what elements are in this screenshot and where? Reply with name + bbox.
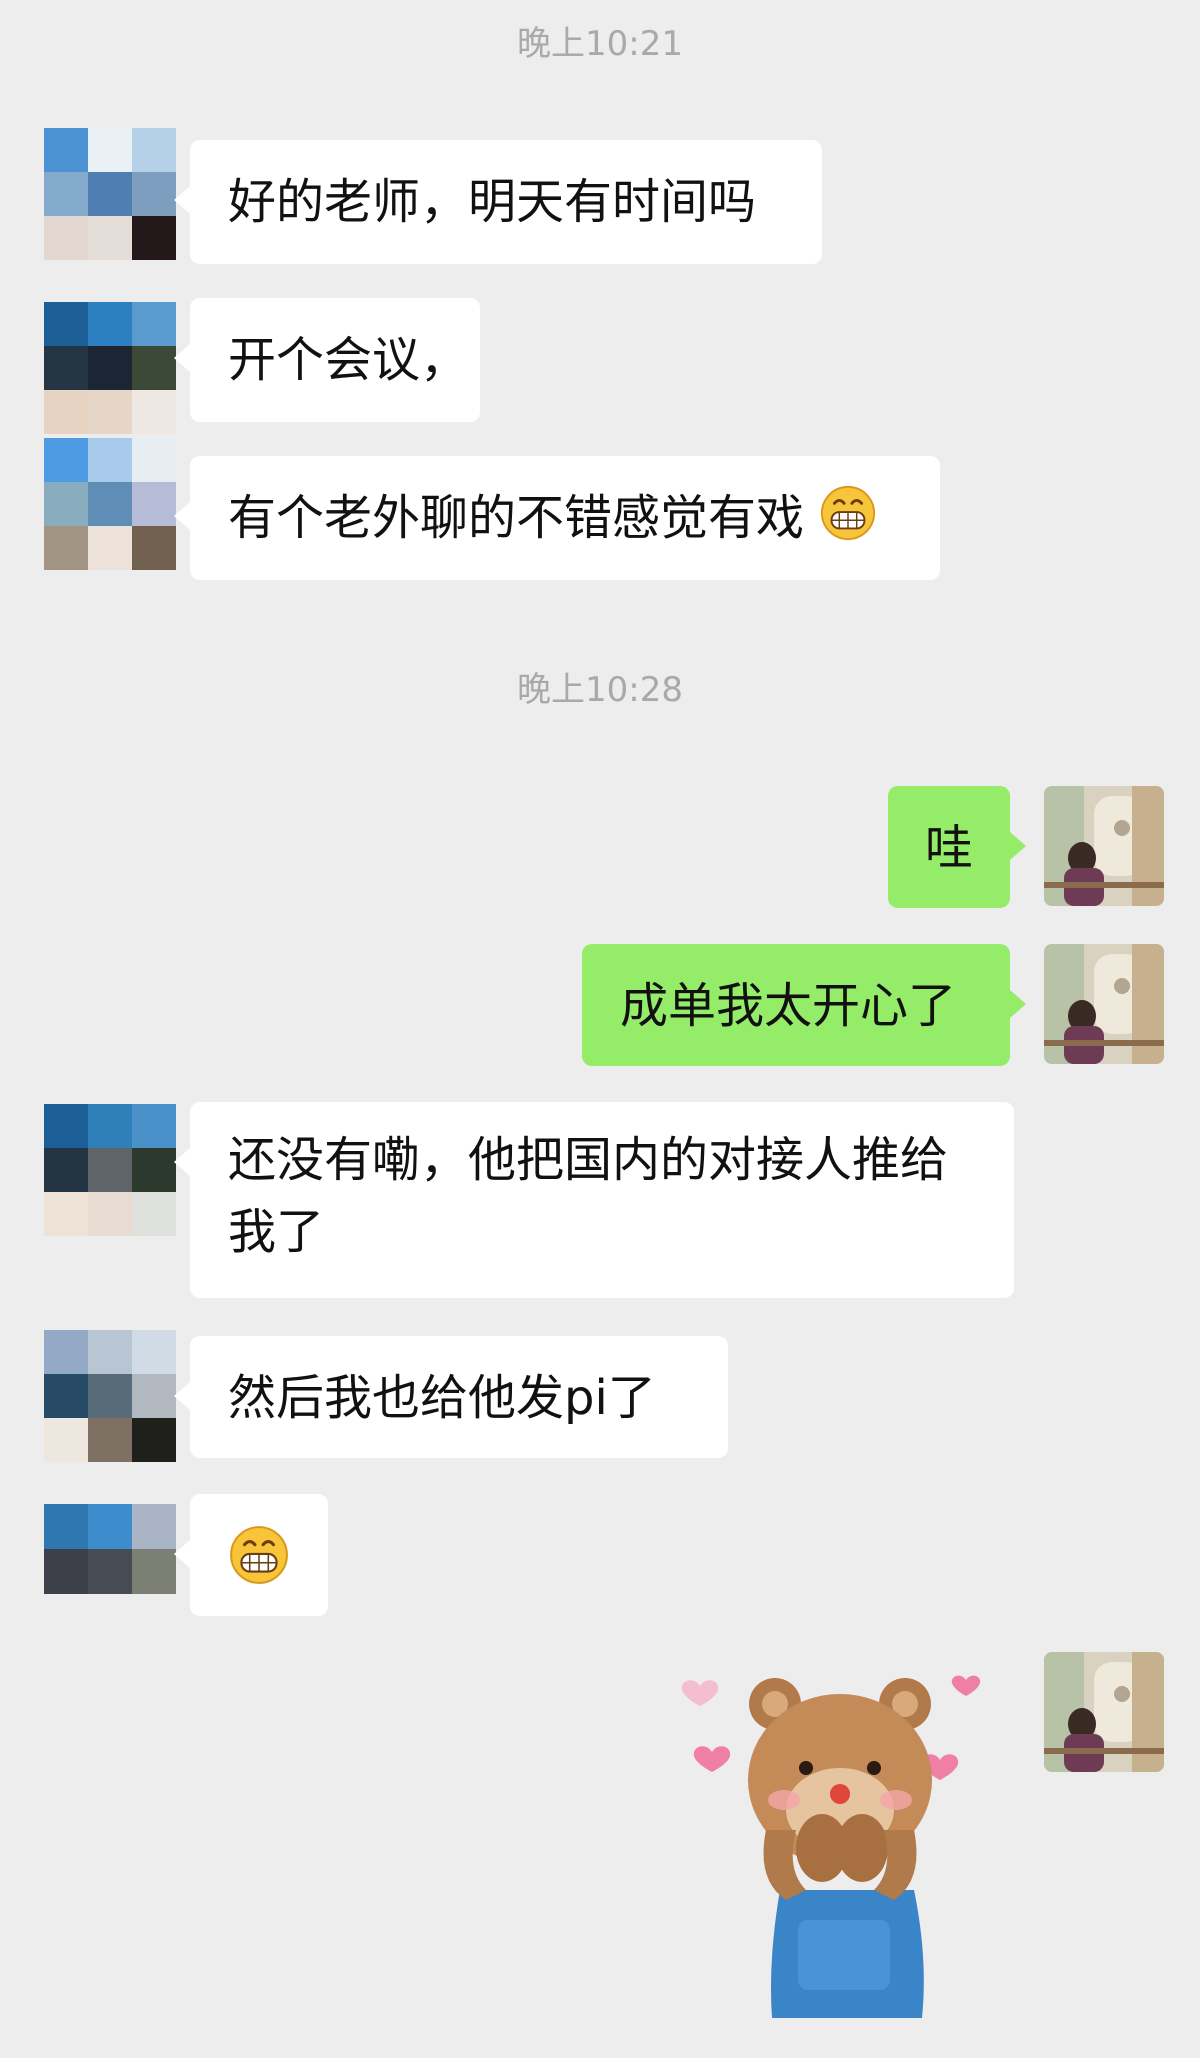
my-avatar[interactable] xyxy=(1044,944,1164,1064)
incoming-message[interactable]: 有个老外聊的不错感觉有戏 xyxy=(174,456,940,580)
message-text: 然后我也给他发pi了 xyxy=(228,1370,656,1426)
incoming-message[interactable]: 好的老师，明天有时间吗 xyxy=(174,140,822,264)
incoming-message[interactable] xyxy=(174,1494,328,1616)
contact-avatar[interactable] xyxy=(44,1104,176,1236)
heart-icon xyxy=(693,1746,731,1772)
my-avatar[interactable] xyxy=(1044,786,1164,906)
contact-avatar[interactable] xyxy=(44,128,176,260)
grinning-emoji-icon xyxy=(230,1526,288,1584)
incoming-message[interactable]: 开个会议， xyxy=(174,298,480,422)
timestamp: 晚上10:21 xyxy=(517,24,683,64)
contact-avatar[interactable] xyxy=(44,438,176,570)
incoming-message[interactable]: 还没有嘞，他把国内的对接人推给我了 xyxy=(174,1102,1014,1298)
timestamp: 晚上10:28 xyxy=(517,670,683,710)
message-text: 成单我太开心了 xyxy=(620,978,957,1034)
my-avatar[interactable] xyxy=(1044,1652,1164,1772)
grinning-emoji-icon xyxy=(821,485,876,541)
message-text: 开个会议， xyxy=(228,332,469,388)
outgoing-message[interactable]: 成单我太开心了 xyxy=(582,944,1026,1066)
message-text: 还没有嘞，他把国内的对接人推给我了 xyxy=(228,1132,949,1260)
portrait-photo-icon xyxy=(1044,944,1164,1064)
contact-avatar[interactable] xyxy=(44,302,176,434)
outgoing-message[interactable]: 哇 xyxy=(888,786,1026,908)
heart-icon xyxy=(951,1675,981,1696)
contact-avatar[interactable] xyxy=(44,1330,176,1462)
portrait-photo-icon xyxy=(1044,1652,1164,1772)
message-text: 有个老外聊的不错感觉有戏 xyxy=(228,490,805,546)
portrait-photo-icon xyxy=(1044,786,1164,906)
bear-sticker-icon[interactable] xyxy=(670,1660,1000,2020)
message-text: 哇 xyxy=(924,820,973,876)
contact-avatar[interactable] xyxy=(44,1504,176,1594)
incoming-message[interactable]: 然后我也给他发pi了 xyxy=(174,1336,728,1458)
heart-icon xyxy=(681,1680,719,1706)
message-text: 好的老师，明天有时间吗 xyxy=(228,174,757,230)
